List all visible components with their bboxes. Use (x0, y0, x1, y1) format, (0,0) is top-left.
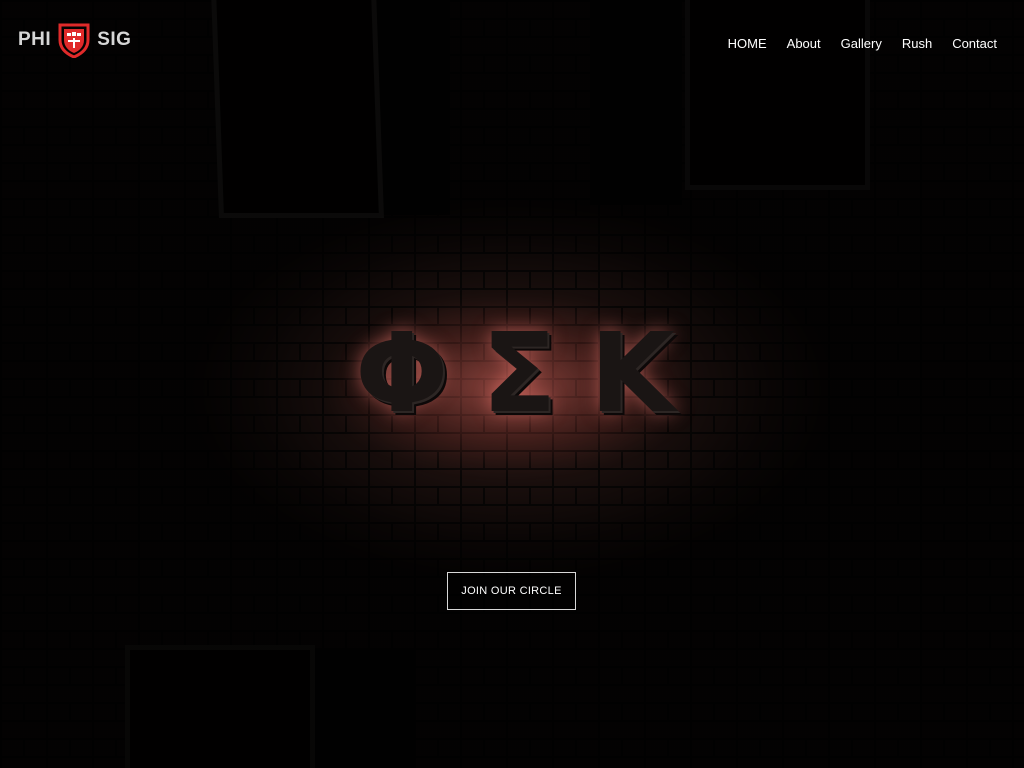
join-our-circle-button[interactable]: JOIN OUR CIRCLE (447, 572, 576, 610)
nav-rush[interactable]: Rush (902, 36, 932, 51)
nav-gallery[interactable]: Gallery (841, 36, 882, 51)
shield-crest-icon (58, 23, 90, 58)
greek-letter-sign: Φ Σ Κ (355, 318, 675, 428)
sign-letter-kappa: Κ (589, 309, 675, 437)
nav-home[interactable]: HOME (728, 36, 767, 51)
nav-about[interactable]: About (787, 36, 821, 51)
sign-letter-phi: Φ (355, 309, 449, 437)
logo-text-right: SIG (97, 29, 132, 50)
logo-text-left: PHI (18, 29, 52, 50)
sign-letter-sigma: Σ (481, 309, 557, 437)
site-logo[interactable]: PHI SIG (18, 22, 131, 58)
main-nav: HOME About Gallery Rush Contact (728, 36, 997, 51)
hero-section: Φ Σ Κ PHI SIG HOME About Gallery Rush Co… (0, 0, 1024, 768)
nav-contact[interactable]: Contact (952, 36, 997, 51)
